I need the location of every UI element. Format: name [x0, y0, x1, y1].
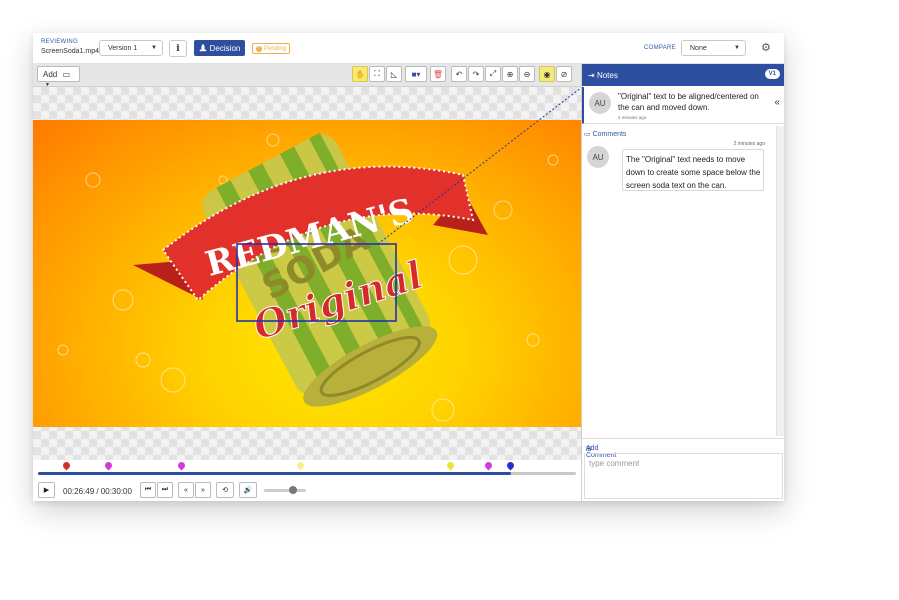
annotation-toolbar: Add ▭ ▼ ✋ ⛶ ◺ ■▾ 🗑 ↶ ↷ ⤢ ⊕ ⊖ ◉ ⊘ — [33, 64, 581, 88]
file-name: ScreenSoda1.mp4 — [41, 48, 99, 55]
notes-panel: ⇥ Notes V1 AU "Original" text to be alig… — [581, 64, 784, 501]
version-select[interactable]: Version 1 ▼ — [99, 40, 163, 56]
crop-tool-button[interactable]: ⛶ — [369, 66, 385, 82]
zoom-in-icon: ⊕ — [506, 69, 514, 79]
compare-label: COMPARE — [644, 45, 676, 51]
compare-select-value: None — [690, 45, 707, 52]
ruler-icon: ◺ — [390, 69, 398, 79]
skip-back-icon: ⏮ — [144, 486, 152, 493]
trash-icon: 🗑 — [432, 69, 444, 79]
timeline-marker[interactable] — [61, 460, 72, 471]
scrollbar[interactable] — [776, 126, 784, 436]
volume-slider[interactable] — [264, 486, 306, 494]
version-select-value: Version 1 — [108, 45, 138, 52]
comment-input[interactable]: type comment — [584, 453, 783, 499]
redo-icon: ↷ — [472, 69, 480, 79]
reviewing-label: REVIEWING — [41, 39, 79, 45]
expand-icon: ⤢ — [489, 69, 497, 78]
info-icon: i — [176, 43, 180, 54]
video-canvas[interactable]: SCREEN SODA REDMAN'S Original — [33, 87, 581, 460]
stamp-icon — [199, 44, 206, 52]
show-annotations-button[interactable]: ◉ — [539, 66, 555, 82]
chevron-down-icon: ▼ — [151, 45, 157, 51]
zoom-out-button[interactable]: ⊖ — [519, 66, 535, 82]
comment-text: The "Original" text needs to move down t… — [622, 149, 764, 191]
annotation-overlay — [236, 87, 581, 322]
volume-button[interactable]: 🔊 — [239, 482, 257, 498]
player-controls: ▶ 00:26:49 / 00:30:00 ⏮ ⏭ « » ⟲ 🔊 — [33, 460, 581, 501]
zoom-out-icon: ⊖ — [523, 69, 531, 79]
fit-screen-button[interactable]: ⤢ — [485, 66, 501, 82]
volume-knob[interactable] — [289, 486, 297, 494]
palette-icon: ■▾ — [411, 69, 421, 79]
zoom-in-button[interactable]: ⊕ — [502, 66, 518, 82]
skip-back-button[interactable]: ⏮ — [140, 482, 156, 498]
pan-tool-button[interactable]: ✋ — [352, 66, 368, 82]
pending-icon: ! — [256, 45, 262, 52]
collapse-icon[interactable]: « — [774, 97, 780, 108]
skip-forward-button[interactable]: ⏭ — [157, 482, 173, 498]
rewind-button[interactable]: « — [178, 482, 194, 498]
comments-label-text: Comments — [592, 131, 627, 138]
timeline-marker[interactable] — [445, 460, 456, 471]
top-bar: REVIEWING ScreenSoda1.mp4 Version 1 ▼ i … — [33, 33, 784, 64]
comment-icon: ▭ — [584, 131, 591, 138]
info-button[interactable]: i — [169, 40, 187, 57]
undo-button[interactable]: ↶ — [451, 66, 467, 82]
comment-avatar: AU — [587, 146, 609, 168]
redo-button[interactable]: ↷ — [468, 66, 484, 82]
eye-slash-icon: ⊘ — [560, 69, 568, 79]
add-comment-button[interactable]: ⊞ Add Comment — [582, 438, 784, 459]
scrub-bar[interactable] — [38, 472, 576, 475]
undo-icon: ↶ — [455, 69, 463, 79]
compare-select[interactable]: None ▼ — [681, 40, 746, 56]
notes-title-text: Notes — [596, 71, 618, 80]
timeline-marker[interactable] — [103, 460, 114, 471]
sign-in-icon: ⇥ — [588, 71, 595, 80]
timeline-marker[interactable] — [483, 460, 494, 471]
chevron-down-icon: ▼ — [734, 45, 740, 51]
hand-icon: ✋ — [355, 69, 365, 79]
comment-time: 2 minutes ago — [733, 141, 765, 147]
add-dropdown-button[interactable]: Add ▭ ▼ — [37, 66, 80, 88]
fast-forward-icon: » — [201, 486, 205, 494]
annotation-connector — [377, 87, 581, 245]
comments-label: ▭ Comments — [584, 130, 626, 138]
note-text: "Original" text to be aligned/centered o… — [618, 92, 759, 112]
rewind-icon: « — [184, 486, 188, 494]
decision-label: Decision — [209, 43, 241, 53]
color-picker-button[interactable]: ■▾ — [405, 66, 427, 82]
version-badge: V1 — [764, 69, 780, 79]
crop-icon: ⛶ — [374, 69, 380, 78]
play-button[interactable]: ▶ — [38, 482, 55, 498]
gear-icon[interactable]: ⚙ — [761, 41, 771, 54]
loop-icon: ⟲ — [222, 487, 228, 494]
volume-icon: 🔊 — [243, 487, 253, 494]
note-icon: ▭ — [62, 70, 71, 79]
hide-annotations-button[interactable]: ⊘ — [556, 66, 572, 82]
skip-forward-icon: ⏭ — [161, 486, 169, 493]
eye-icon: ◉ — [543, 69, 551, 79]
timeline-marker[interactable] — [505, 460, 516, 471]
timeline-marker[interactable] — [295, 460, 306, 471]
loop-button[interactable]: ⟲ — [216, 482, 234, 498]
note-time: 4 minutes ago — [618, 115, 647, 120]
status-badge: ! Pending — [252, 43, 291, 54]
play-icon: ▶ — [43, 487, 50, 494]
add-label: Add — [43, 70, 58, 79]
annotation-rectangle[interactable] — [236, 243, 397, 322]
time-readout: 00:26:49 / 00:30:00 — [63, 487, 132, 496]
avatar: AU — [589, 92, 611, 114]
measure-tool-button[interactable]: ◺ — [386, 66, 402, 82]
fast-forward-button[interactable]: » — [195, 482, 211, 498]
pending-label: Pending — [264, 45, 287, 52]
timeline-marker[interactable] — [176, 460, 187, 471]
scrub-progress — [38, 472, 512, 475]
notes-title: ⇥ Notes — [588, 71, 618, 80]
notes-header: ⇥ Notes V1 — [582, 64, 784, 86]
decision-button[interactable]: Decision — [194, 40, 245, 56]
delete-button[interactable]: 🗑 — [430, 66, 446, 82]
note-item[interactable]: AU "Original" text to be aligned/centere… — [582, 87, 784, 124]
review-window: REVIEWING ScreenSoda1.mp4 Version 1 ▼ i … — [33, 33, 784, 501]
